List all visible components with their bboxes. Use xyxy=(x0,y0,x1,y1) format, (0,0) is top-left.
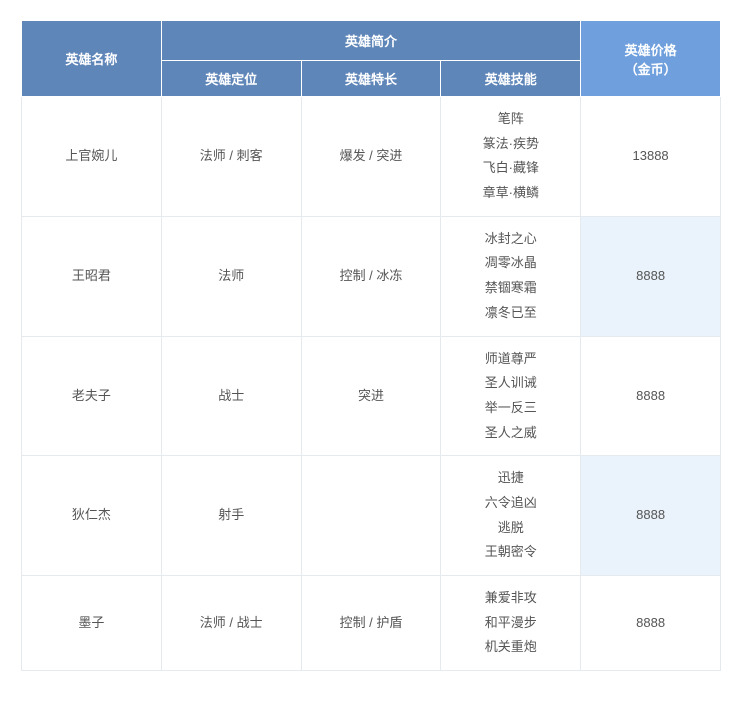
cell-role: 法师 xyxy=(161,216,301,336)
cell-name: 墨子 xyxy=(22,576,162,671)
header-price-unit: （金币） xyxy=(625,62,677,77)
skill-line: 章草·横鳞 xyxy=(447,181,574,206)
skill-line: 兼爱非攻 xyxy=(447,586,574,611)
skill-line: 和平漫步 xyxy=(447,611,574,636)
table-body: 上官婉儿法师 / 刺客爆发 / 突进笔阵篆法·疾势飞白·藏锋章草·横鳞13888… xyxy=(22,97,721,671)
table-row: 墨子法师 / 战士控制 / 护盾兼爱非攻和平漫步机关重炮8888 xyxy=(22,576,721,671)
header-price: 英雄价格 （金币） xyxy=(581,21,721,97)
cell-specialty: 突进 xyxy=(301,336,441,456)
skill-line: 逃脱 xyxy=(447,516,574,541)
cell-role: 法师 / 刺客 xyxy=(161,97,301,217)
table-row: 王昭君法师控制 / 冰冻冰封之心凋零冰晶禁锢寒霜凛冬已至8888 xyxy=(22,216,721,336)
cell-price: 8888 xyxy=(581,336,721,456)
cell-skills: 笔阵篆法·疾势飞白·藏锋章草·横鳞 xyxy=(441,97,581,217)
skill-line: 冰封之心 xyxy=(447,227,574,252)
cell-skills: 师道尊严圣人训诫举一反三圣人之威 xyxy=(441,336,581,456)
cell-specialty: 控制 / 护盾 xyxy=(301,576,441,671)
table-row: 老夫子战士突进师道尊严圣人训诫举一反三圣人之威8888 xyxy=(22,336,721,456)
cell-role: 战士 xyxy=(161,336,301,456)
skill-line: 机关重炮 xyxy=(447,635,574,660)
header-specialty: 英雄特长 xyxy=(301,61,441,97)
cell-price: 8888 xyxy=(581,216,721,336)
skill-line: 飞白·藏锋 xyxy=(447,156,574,181)
cell-name: 上官婉儿 xyxy=(22,97,162,217)
table-row: 狄仁杰射手迅捷六令追凶逃脱王朝密令8888 xyxy=(22,456,721,576)
header-intro: 英雄简介 xyxy=(161,21,580,61)
skill-line: 师道尊严 xyxy=(447,347,574,372)
cell-name: 老夫子 xyxy=(22,336,162,456)
cell-price: 8888 xyxy=(581,576,721,671)
skill-line: 举一反三 xyxy=(447,396,574,421)
skill-line: 篆法·疾势 xyxy=(447,132,574,157)
cell-skills: 兼爱非攻和平漫步机关重炮 xyxy=(441,576,581,671)
header-name: 英雄名称 xyxy=(22,21,162,97)
cell-specialty: 控制 / 冰冻 xyxy=(301,216,441,336)
cell-name: 王昭君 xyxy=(22,216,162,336)
header-price-label: 英雄价格 xyxy=(625,43,677,58)
cell-role: 射手 xyxy=(161,456,301,576)
skill-line: 圣人训诫 xyxy=(447,371,574,396)
cell-skills: 迅捷六令追凶逃脱王朝密令 xyxy=(441,456,581,576)
table-row: 上官婉儿法师 / 刺客爆发 / 突进笔阵篆法·疾势飞白·藏锋章草·横鳞13888 xyxy=(22,97,721,217)
skill-line: 迅捷 xyxy=(447,466,574,491)
header-skills: 英雄技能 xyxy=(441,61,581,97)
hero-table-container: 英雄名称 英雄简介 英雄价格 （金币） 英雄定位 英雄特长 英雄技能 上官婉儿法… xyxy=(21,20,721,671)
skill-line: 笔阵 xyxy=(447,107,574,132)
hero-table: 英雄名称 英雄简介 英雄价格 （金币） 英雄定位 英雄特长 英雄技能 上官婉儿法… xyxy=(21,20,721,671)
cell-specialty xyxy=(301,456,441,576)
skill-line: 凛冬已至 xyxy=(447,301,574,326)
skill-line: 六令追凶 xyxy=(447,491,574,516)
cell-price: 8888 xyxy=(581,456,721,576)
table-header: 英雄名称 英雄简介 英雄价格 （金币） 英雄定位 英雄特长 英雄技能 xyxy=(22,21,721,97)
cell-role: 法师 / 战士 xyxy=(161,576,301,671)
skill-line: 凋零冰晶 xyxy=(447,251,574,276)
skill-line: 王朝密令 xyxy=(447,540,574,565)
skill-line: 圣人之威 xyxy=(447,421,574,446)
cell-name: 狄仁杰 xyxy=(22,456,162,576)
header-role: 英雄定位 xyxy=(161,61,301,97)
skill-line: 禁锢寒霜 xyxy=(447,276,574,301)
cell-price: 13888 xyxy=(581,97,721,217)
cell-specialty: 爆发 / 突进 xyxy=(301,97,441,217)
cell-skills: 冰封之心凋零冰晶禁锢寒霜凛冬已至 xyxy=(441,216,581,336)
